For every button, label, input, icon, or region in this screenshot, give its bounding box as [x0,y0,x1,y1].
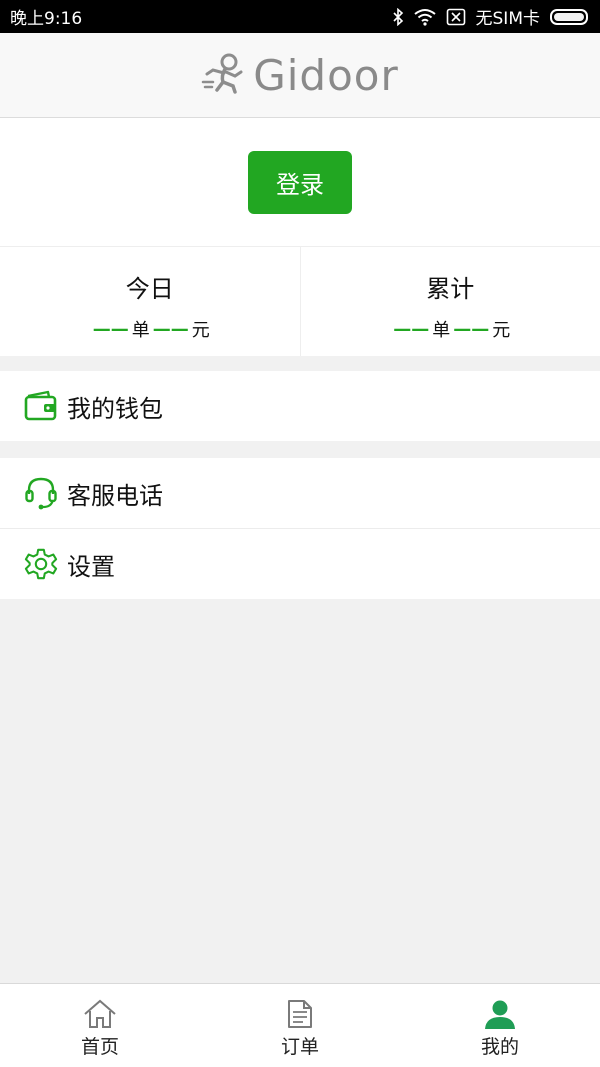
total-amount-unit: 元 [492,320,511,341]
gear-icon [24,547,58,581]
brand-name: Gidoor [253,50,399,100]
login-section: 登录 [0,118,600,246]
menu-item-settings[interactable]: 设置 [0,528,600,599]
stat-today-title: 今日 [125,275,174,303]
today-amount-unit: 元 [191,320,210,341]
status-bar: 晚上9:16 无SIM卡 [0,0,600,33]
stats-panel: 今日 —— 单 —— 元 累计 —— 单 —— 元 [0,246,600,356]
menu-item-service[interactable]: 客服电话 [0,458,600,528]
wifi-icon [413,8,436,26]
menu-item-settings-label: 设置 [67,552,115,581]
headset-icon [24,476,58,510]
document-icon [283,998,317,1030]
menu-item-wallet[interactable]: 我的钱包 [0,371,600,441]
status-icons: 无SIM卡 [392,4,588,29]
stat-total-values: —— 单 —— 元 [390,316,510,342]
bluetooth-icon [392,7,404,26]
menu-item-wallet-label: 我的钱包 [67,394,163,423]
stat-today-values: —— 单 —— 元 [90,316,210,342]
today-amount-value: —— [152,318,189,340]
nav-mine[interactable]: 我的 [400,984,600,1067]
stat-today: 今日 —— 单 —— 元 [0,247,300,356]
wallet-icon [24,389,58,423]
nav-orders[interactable]: 订单 [200,984,400,1067]
no-sim-icon [446,8,466,26]
stat-total: 累计 —— 单 —— 元 [299,247,600,356]
total-orders-unit: 单 [432,320,451,341]
login-button[interactable]: 登录 [248,150,352,214]
home-icon [83,998,117,1030]
user-icon [483,998,517,1030]
today-orders-value: —— [92,318,129,340]
nav-home[interactable]: 首页 [0,984,200,1067]
app-screen: 晚上9:16 无SIM卡 Gidoor 登录 今日 —— 单 —— 元 累计 —… [0,0,600,1067]
menu-item-service-label: 客服电话 [67,481,163,510]
menu-group-support: 客服电话 设置 [0,458,600,599]
brand-logo: Gidoor [201,51,399,100]
menu-group-wallet: 我的钱包 [0,371,600,441]
nav-home-label: 首页 [80,1036,119,1058]
carrier-label: 无SIM卡 [475,9,540,29]
status-time: 晚上9:16 [10,9,83,29]
stat-total-title: 累计 [426,275,475,303]
total-amount-value: —— [453,318,490,340]
nav-orders-label: 订单 [280,1036,319,1058]
today-orders-unit: 单 [131,320,150,341]
total-orders-value: —— [393,318,430,340]
bottom-nav: 首页 订单 我的 [0,983,600,1067]
app-header: Gidoor [0,33,600,118]
nav-mine-label: 我的 [480,1036,519,1058]
battery-icon [550,8,588,25]
runner-logo-icon [201,52,247,98]
